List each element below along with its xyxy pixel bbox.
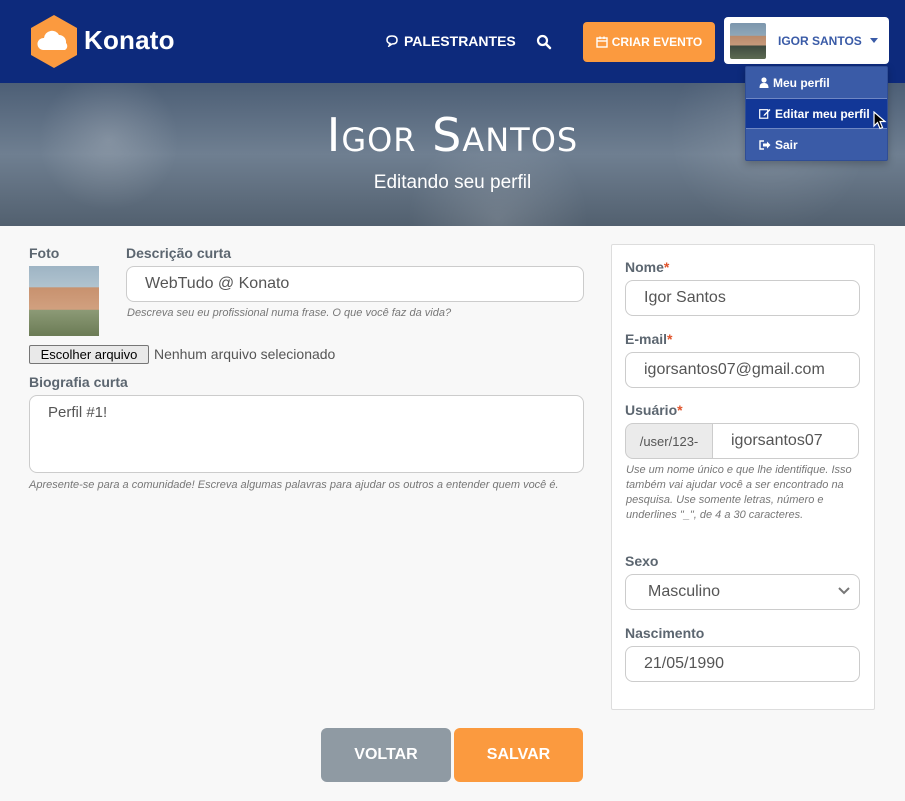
username-label: Usuário*	[625, 402, 683, 418]
username-prefix: /user/123-	[625, 423, 713, 459]
chevron-down-icon	[838, 587, 850, 595]
mouse-pointer-icon	[873, 111, 887, 130]
name-label-text: Nome	[625, 259, 664, 275]
gender-select[interactable]: Masculino	[625, 574, 860, 610]
create-event-button[interactable]: CRIAR EVENTO	[583, 22, 715, 62]
short-description-label: Descrição curta	[126, 245, 232, 261]
email-label-text: E-mail	[625, 331, 668, 347]
sign-out-icon	[759, 139, 771, 150]
nav-speakers-link[interactable]: PALESTRANTES	[386, 33, 516, 49]
menu-item-edit-profile[interactable]: Editar meu perfil	[746, 98, 887, 129]
caret-down-icon	[869, 38, 878, 43]
birth-date-input[interactable]: 21/05/1990	[625, 646, 860, 682]
search-icon[interactable]	[536, 34, 552, 50]
avatar	[730, 22, 766, 59]
required-mark: *	[663, 259, 670, 275]
username-label-text: Usuário	[625, 402, 678, 418]
menu-item-my-profile[interactable]: Meu perfil	[746, 67, 887, 98]
user-name: IGOR SANTOS	[778, 33, 862, 48]
email-input[interactable]: igorsantos07@gmail.com	[625, 352, 860, 388]
email-label: E-mail*	[625, 331, 672, 347]
menu-item-label: Editar meu perfil	[775, 106, 870, 121]
calendar-icon	[596, 36, 608, 48]
save-button[interactable]: SALVAR	[454, 728, 583, 782]
choose-file-button[interactable]: Escolher arquivo	[29, 345, 149, 364]
page-subtitle: Editando seu perfil	[373, 172, 532, 193]
nav-speakers-label: PALESTRANTES	[404, 33, 516, 49]
menu-item-label: Sair	[775, 137, 798, 152]
create-event-label: CRIAR EVENTO	[611, 35, 703, 49]
back-button[interactable]: VOLTAR	[321, 728, 451, 782]
profile-photo	[29, 266, 99, 336]
gender-label: Sexo	[625, 553, 659, 569]
brand-name[interactable]: Konato	[84, 25, 175, 56]
user-dropdown-menu: Meu perfil Editar meu perfil Sair	[745, 66, 888, 161]
birth-label: Nascimento	[625, 625, 705, 641]
name-input[interactable]: Igor Santos	[625, 280, 860, 316]
comments-icon	[386, 35, 398, 47]
short-description-input[interactable]: WebTudo @ Konato	[126, 266, 584, 302]
user-menu-button[interactable]: IGOR SANTOS	[724, 17, 889, 64]
bio-help: Apresente-se para a comunidade! Escreva …	[29, 479, 559, 491]
bio-label: Biografia curta	[29, 374, 128, 390]
short-description-help: Descreva seu eu profissional numa frase.…	[127, 307, 452, 319]
konato-logo-icon[interactable]	[29, 14, 79, 69]
bio-textarea[interactable]: Perfil #1!	[29, 395, 584, 473]
menu-item-sign-out[interactable]: Sair	[746, 129, 887, 160]
name-label: Nome*	[625, 259, 669, 275]
menu-item-label: Meu perfil	[773, 75, 830, 90]
username-input[interactable]: igorsantos07	[712, 423, 859, 459]
username-help: Use um nome único e que lhe identifique.…	[626, 464, 852, 521]
photo-label: Foto	[29, 245, 60, 261]
file-status-text: Nenhum arquivo selecionado	[154, 346, 336, 362]
required-mark: *	[677, 402, 683, 418]
edit-icon	[759, 109, 771, 119]
required-mark: *	[667, 331, 673, 347]
user-icon	[759, 77, 769, 88]
